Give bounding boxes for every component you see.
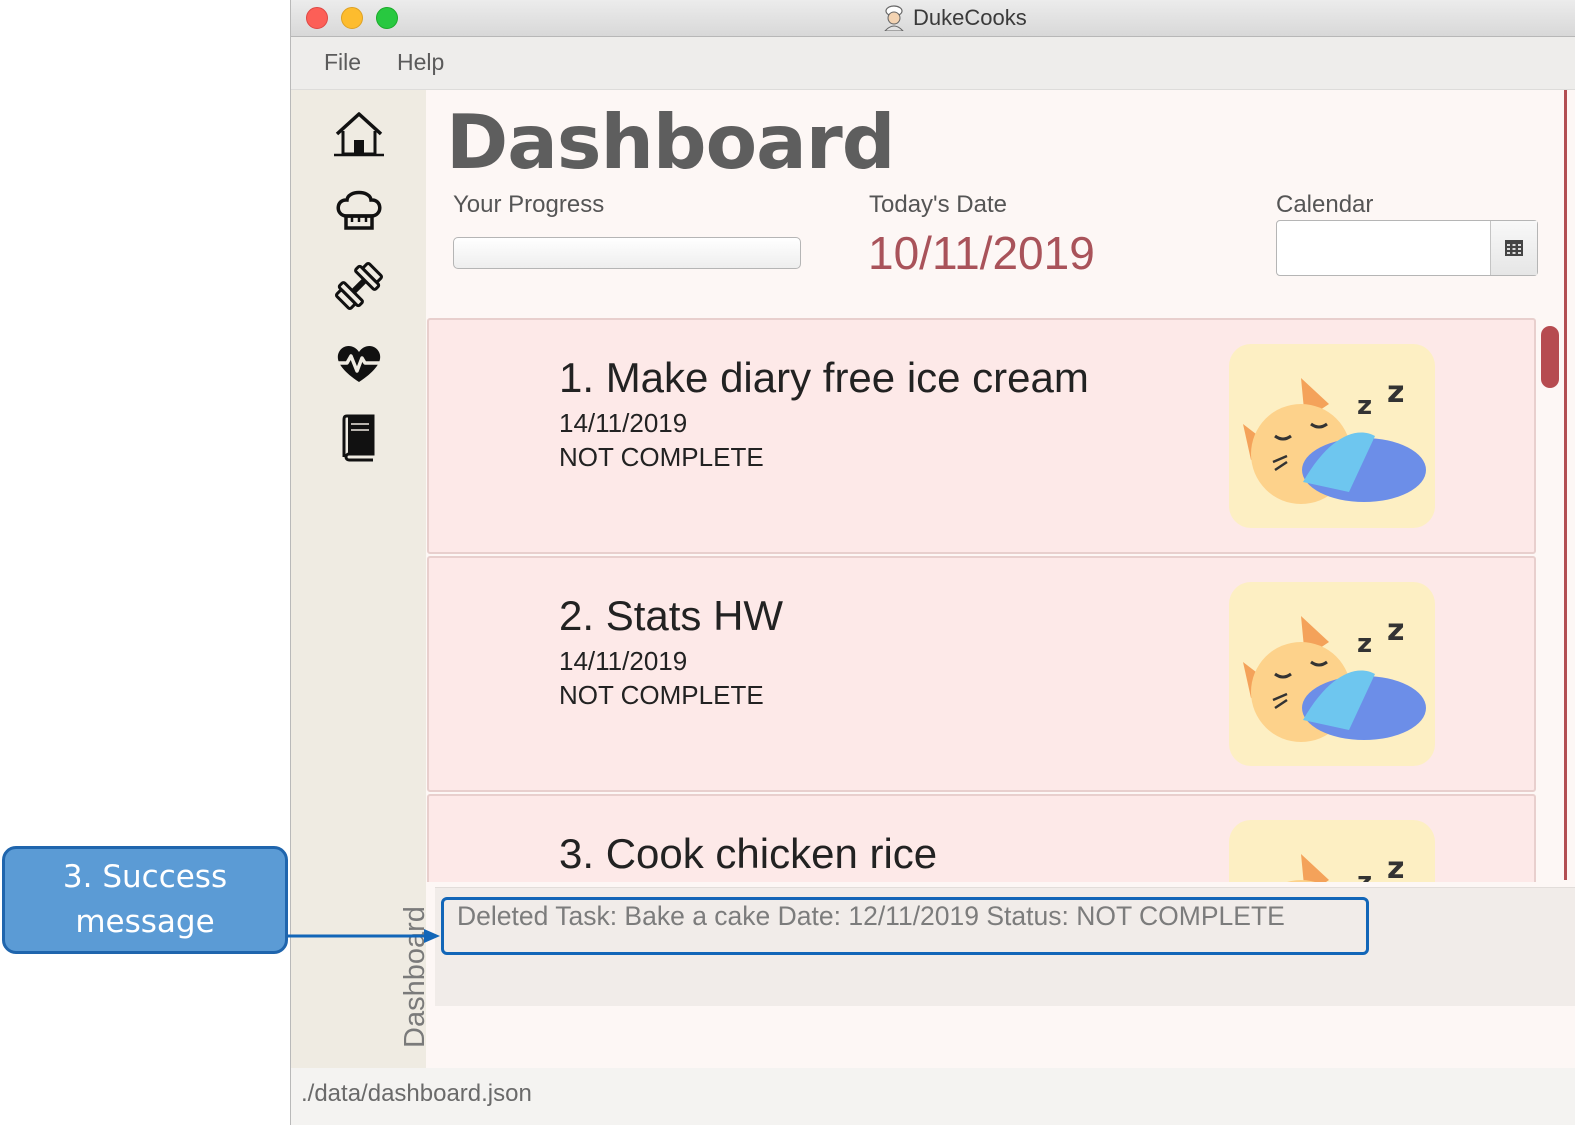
heartbeat-icon xyxy=(333,346,385,382)
sidebar-item-health[interactable] xyxy=(331,334,387,390)
task-date: 14/11/2019 xyxy=(559,646,688,676)
sleeping-cat-image: z z xyxy=(1229,820,1435,882)
sleeping-cat-image: z z xyxy=(1229,582,1435,766)
today-date-label: Today's Date xyxy=(869,191,1007,218)
title-bar: DukeCooks xyxy=(291,0,1575,37)
calendar-date-picker[interactable] xyxy=(1276,220,1538,276)
menu-help[interactable]: Help xyxy=(397,49,444,76)
task-status: NOT COMPLETE xyxy=(559,442,764,472)
sidebar-item-exercise[interactable] xyxy=(331,258,387,314)
annotation-line-2: message xyxy=(75,904,215,940)
home-icon xyxy=(334,112,384,157)
page-title: Dashboard xyxy=(446,98,895,186)
chef-hat-icon xyxy=(336,190,382,230)
task-card[interactable]: 1. Make diary free ice cream 14/11/2019 … xyxy=(427,318,1536,554)
sleeping-cat-icon: z z xyxy=(1287,851,1404,882)
task-title: 1. Make diary free ice cream xyxy=(559,354,1089,401)
svg-text:z: z xyxy=(1387,375,1404,410)
svg-text:z: z xyxy=(1357,391,1372,421)
data-file-path: ./data/dashboard.json xyxy=(301,1080,532,1107)
sidebar-item-recipes[interactable] xyxy=(331,182,387,238)
task-title: 2. Stats HW xyxy=(559,592,784,639)
svg-text:z: z xyxy=(1387,851,1404,882)
annotation-callout: 3. Success message xyxy=(2,846,288,954)
dumbbell-icon xyxy=(334,261,384,311)
task-card[interactable]: 2. Stats HW 14/11/2019 NOT COMPLETE z z xyxy=(427,556,1536,792)
calendar-label: Calendar xyxy=(1276,191,1374,218)
sleeping-cat-icon: z z xyxy=(1243,375,1426,504)
svg-text:z: z xyxy=(1357,867,1372,882)
annotation-line-1: 3. Success xyxy=(62,859,228,895)
app-window: DukeCooks File Help Dashboard Dashboard … xyxy=(290,0,1575,1125)
menu-file[interactable]: File xyxy=(324,49,361,76)
sleeping-cat-image: z z xyxy=(1229,344,1435,528)
window-title-text: DukeCooks xyxy=(913,5,1027,30)
sidebar-item-dashboard[interactable] xyxy=(331,106,387,162)
sidebar-item-diary[interactable] xyxy=(331,410,387,466)
status-bar: ./data/dashboard.json xyxy=(291,1068,1575,1125)
calendar-icon xyxy=(1505,240,1523,256)
close-window-button[interactable] xyxy=(306,7,328,29)
progress-label: Your Progress xyxy=(453,191,605,218)
task-status: NOT COMPLETE xyxy=(559,680,764,710)
minimize-window-button[interactable] xyxy=(341,7,363,29)
window-title: DukeCooks xyxy=(881,5,1027,31)
task-list-scrollbar[interactable] xyxy=(1541,326,1559,388)
today-date-value: 10/11/2019 xyxy=(868,227,1095,279)
task-card[interactable]: 3. Cook chicken rice z z xyxy=(427,794,1536,882)
zoom-window-button[interactable] xyxy=(376,7,398,29)
sleeping-cat-icon: z z xyxy=(1243,613,1426,742)
task-date: 14/11/2019 xyxy=(559,408,688,438)
book-icon xyxy=(342,414,375,462)
progress-bar xyxy=(453,237,801,269)
success-message-highlight xyxy=(441,897,1369,955)
menu-bar: File Help xyxy=(291,37,1575,90)
calendar-button[interactable] xyxy=(1490,221,1537,275)
panel-accent-border xyxy=(1564,90,1567,880)
svg-text:z: z xyxy=(1357,629,1372,659)
chef-avatar-icon xyxy=(884,5,904,31)
svg-text:z: z xyxy=(1387,613,1404,648)
task-title: 3. Cook chicken rice xyxy=(559,830,938,877)
task-list[interactable]: 1. Make diary free ice cream 14/11/2019 … xyxy=(426,316,1539,882)
